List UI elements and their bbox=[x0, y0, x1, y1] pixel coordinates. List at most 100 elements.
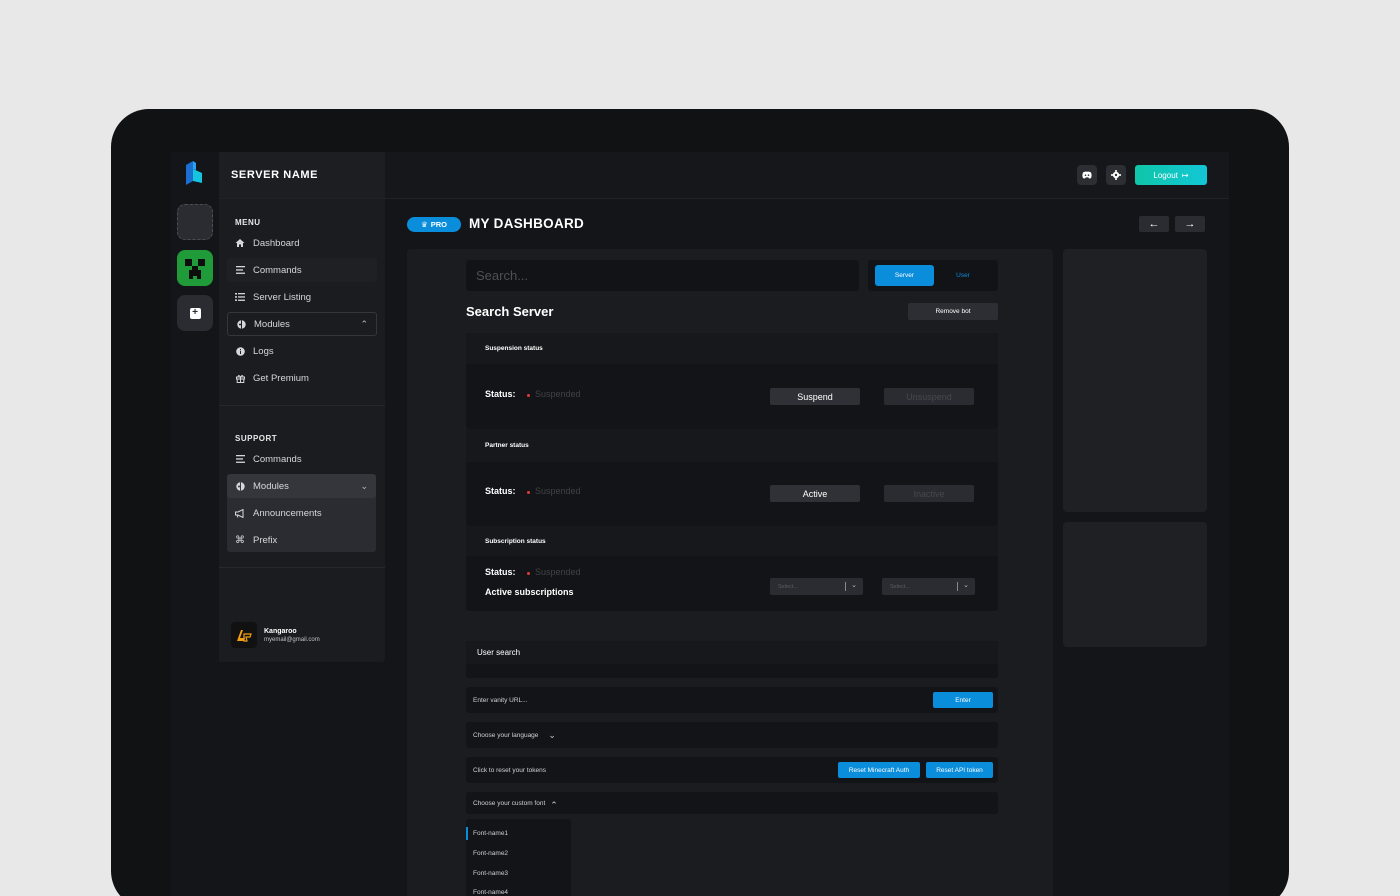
sidebar-item-label: Server Listing bbox=[253, 291, 312, 303]
forward-button[interactable]: → bbox=[1175, 216, 1205, 232]
language-label: Choose your language bbox=[473, 731, 539, 739]
info-icon bbox=[235, 346, 245, 356]
sidebar: SERVER NAME MENU Dashboard Commands Serv… bbox=[219, 152, 385, 662]
select-placeholder: Select... bbox=[890, 583, 910, 590]
avatar bbox=[231, 622, 257, 648]
menu-section-label: MENU bbox=[235, 218, 261, 227]
suspend-button[interactable]: Suspend bbox=[770, 388, 860, 405]
crown-icon: ♛ bbox=[421, 220, 428, 229]
app-logo-icon bbox=[186, 161, 202, 185]
enter-button[interactable]: Enter bbox=[933, 692, 993, 708]
select-separator bbox=[845, 582, 846, 591]
sidebar-item-announcements[interactable]: Announcements bbox=[227, 501, 377, 525]
logout-label: Logout bbox=[1153, 170, 1178, 180]
add-server-button[interactable]: + bbox=[177, 295, 213, 331]
sidebar-item-label: Modules bbox=[253, 480, 289, 492]
kangaroo-logo-icon bbox=[237, 630, 252, 642]
font-option[interactable]: Font-name2 bbox=[473, 850, 508, 857]
chevron-down-icon: ⌄ bbox=[548, 729, 556, 740]
sidebar-item-logs[interactable]: Logs bbox=[227, 339, 377, 363]
subscription-select-1[interactable]: Select... ⌄ bbox=[770, 578, 863, 595]
select-placeholder: Select... bbox=[778, 583, 798, 590]
font-label: Choose your custom font bbox=[473, 799, 546, 807]
font-option[interactable]: Font-name3 bbox=[473, 870, 508, 877]
font-option[interactable]: Font-name1 bbox=[473, 830, 508, 837]
module-icon bbox=[235, 481, 245, 491]
active-button[interactable]: Active bbox=[770, 485, 860, 502]
tab-user[interactable]: User bbox=[948, 265, 978, 286]
pro-badge-label: PRO bbox=[430, 220, 447, 229]
sidebar-item-server-listing[interactable]: Server Listing bbox=[227, 285, 377, 309]
user-search-title: User search bbox=[466, 641, 998, 664]
list-check-icon bbox=[235, 292, 245, 302]
font-option[interactable]: Font-name4 bbox=[473, 889, 508, 896]
vanity-placeholder: Enter vanity URL... bbox=[473, 696, 528, 704]
discord-button[interactable] bbox=[1077, 165, 1097, 185]
minecraft-server-icon[interactable] bbox=[177, 250, 213, 286]
sidebar-item-label: Dashboard bbox=[253, 237, 300, 249]
status-label: Status: bbox=[485, 486, 516, 496]
subscription-title: Subscription status bbox=[466, 526, 998, 556]
sidebar-item-prefix[interactable]: ⌘ Prefix bbox=[227, 528, 377, 552]
chevron-down-icon: ⌄ bbox=[851, 582, 857, 589]
server-slot-empty[interactable] bbox=[177, 204, 213, 240]
remove-bot-button[interactable]: Remove bot bbox=[908, 303, 998, 320]
status-dot bbox=[527, 491, 530, 494]
plus-icon: + bbox=[189, 307, 201, 319]
font-option-indicator bbox=[466, 827, 468, 840]
partner-title: Partner status bbox=[466, 429, 998, 462]
sidebar-item-modules[interactable]: Modules ⌃ bbox=[227, 312, 377, 336]
sidebar-item-support-commands[interactable]: Commands bbox=[227, 447, 377, 471]
vanity-url-input[interactable]: Enter vanity URL... Enter bbox=[466, 687, 998, 713]
arrow-right-icon: → bbox=[1184, 218, 1196, 230]
status-label: Status: bbox=[485, 389, 516, 399]
user-profile[interactable]: Kangaroo myemail@gmail.com bbox=[231, 622, 320, 648]
subscription-select-2[interactable]: Select... ⌄ bbox=[882, 578, 975, 595]
gear-icon bbox=[1111, 170, 1121, 180]
user-email: myemail@gmail.com bbox=[264, 636, 320, 643]
unsuspend-button[interactable]: Unsuspend bbox=[884, 388, 974, 405]
user-search-card: User search bbox=[466, 641, 998, 678]
logout-button[interactable]: Logout ↦ bbox=[1135, 165, 1207, 185]
reset-api-token-button[interactable]: Reset API token bbox=[926, 762, 993, 778]
home-icon bbox=[235, 238, 245, 248]
reset-tokens-label: Click to reset your tokens bbox=[473, 766, 546, 774]
user-name: Kangaroo bbox=[264, 627, 297, 635]
sidebar-divider bbox=[219, 567, 385, 568]
server-rail: + bbox=[171, 152, 219, 896]
discord-icon bbox=[1082, 171, 1092, 179]
status-dot bbox=[527, 394, 530, 397]
sidebar-item-get-premium[interactable]: Get Premium bbox=[227, 366, 377, 390]
list-icon bbox=[235, 265, 245, 275]
language-select[interactable]: Choose your language ⌄ bbox=[466, 722, 998, 748]
sidebar-item-support-modules[interactable]: Modules ⌄ bbox=[227, 474, 376, 498]
chevron-up-icon: ⌃ bbox=[550, 799, 558, 810]
sidebar-item-label: Commands bbox=[253, 453, 302, 465]
chevron-up-icon: ⌃ bbox=[360, 318, 368, 329]
inactive-button[interactable]: Inactive bbox=[884, 485, 974, 502]
sidebar-header: SERVER NAME bbox=[219, 152, 385, 199]
chevron-down-icon: ⌄ bbox=[360, 480, 368, 491]
search-server-title: Search Server bbox=[466, 304, 554, 319]
page-title: MY DASHBOARD bbox=[469, 216, 585, 231]
reset-minecraft-auth-button[interactable]: Reset Minecraft Auth bbox=[838, 762, 920, 778]
app-screen: + SERVER NAME MENU Dashboard Commands Se… bbox=[171, 152, 1229, 896]
subscription-card: Subscription status Status: Suspended Ac… bbox=[466, 526, 998, 611]
top-bar: Logout ↦ bbox=[385, 152, 1229, 199]
font-select[interactable]: Choose your custom font ⌃ bbox=[466, 792, 998, 814]
back-button[interactable]: ← bbox=[1139, 216, 1169, 232]
sidebar-item-dashboard[interactable]: Dashboard bbox=[227, 231, 377, 255]
support-section-label: SUPPORT bbox=[235, 434, 278, 443]
sidebar-item-commands[interactable]: Commands bbox=[227, 258, 377, 282]
main-panel: Search... Server User Search Server Remo… bbox=[407, 249, 1053, 896]
partner-card: Partner status Status: Suspended Active … bbox=[466, 429, 998, 526]
search-input[interactable]: Search... bbox=[466, 260, 859, 291]
sidebar-item-label: Announcements bbox=[253, 507, 322, 519]
settings-button[interactable] bbox=[1106, 165, 1126, 185]
pro-badge: ♛ PRO bbox=[407, 217, 461, 232]
tab-server[interactable]: Server bbox=[875, 265, 934, 286]
right-panel-bottom bbox=[1063, 522, 1207, 647]
sidebar-item-label: Prefix bbox=[253, 534, 278, 546]
search-type-toggle: Server User bbox=[868, 260, 998, 291]
select-separator bbox=[957, 582, 958, 591]
